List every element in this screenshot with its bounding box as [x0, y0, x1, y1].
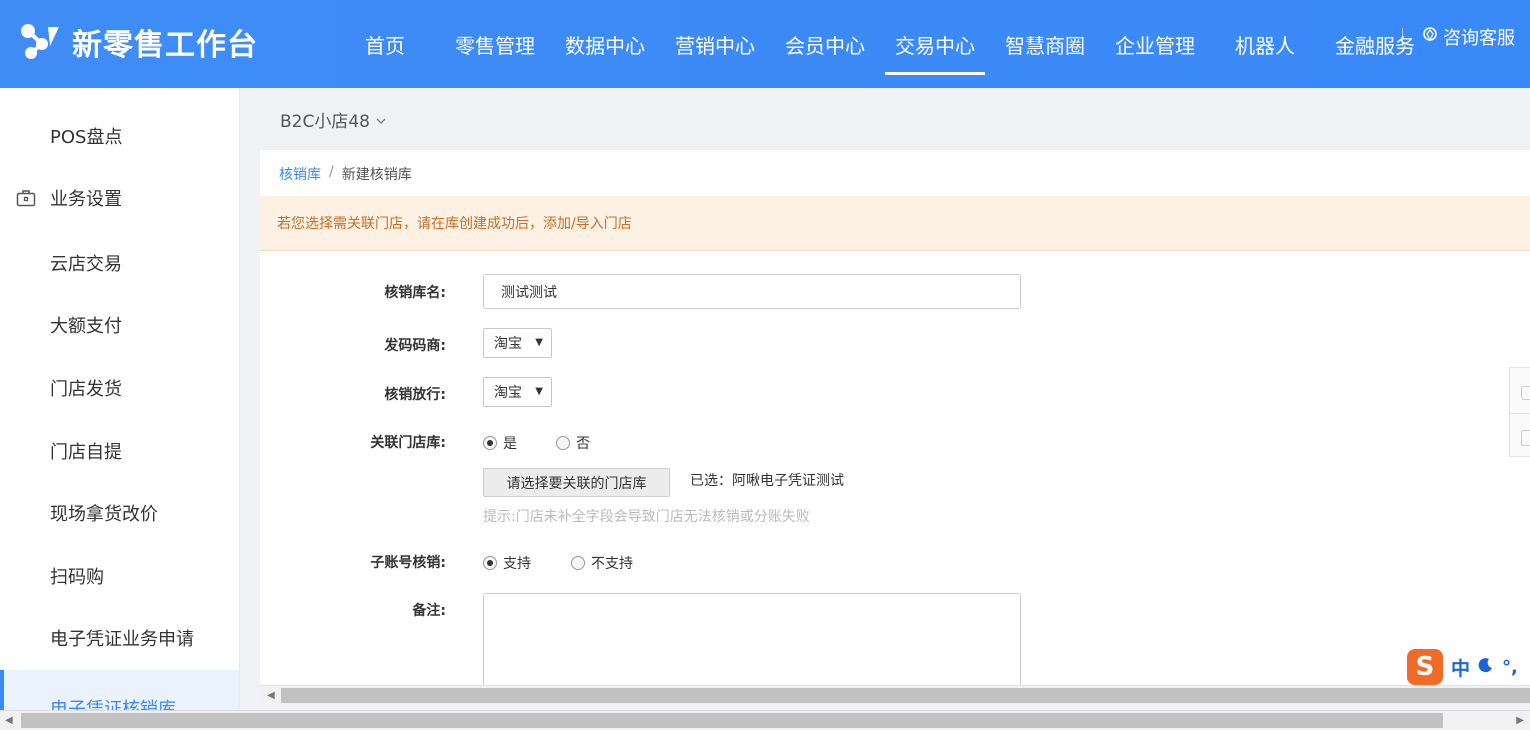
sidebar-item-label: 大额支付	[50, 316, 122, 337]
breadcrumb: 核销库 / 新建核销库	[279, 164, 412, 184]
nav-home[interactable]: 首页	[330, 0, 440, 88]
release-select[interactable]: 淘宝 ▼	[483, 377, 552, 407]
notice-text: 若您选择需关联门店，请在库创建成功后，添加/导入门店	[277, 216, 632, 232]
panel-horizontal-scrollbar[interactable]: ◀	[260, 685, 1530, 705]
headset-icon	[1421, 26, 1439, 49]
release-select-value: 淘宝	[494, 385, 522, 401]
nav-divider	[1402, 28, 1403, 46]
radio-label: 不支持	[591, 556, 633, 572]
sidebar-item-store-pickup[interactable]: 门店自提	[0, 425, 239, 477]
sidebar-item-store-delivery[interactable]: 门店发货	[0, 362, 239, 414]
ime-punctuation-toggle[interactable]: °,	[1502, 657, 1518, 678]
sidebar-item-voucher-library[interactable]: 电子凭证核销库	[0, 670, 239, 710]
chevron-down-icon	[376, 110, 386, 130]
release-label: 核销放行:	[384, 387, 446, 403]
sub-account-support-radio[interactable]: 支持	[483, 553, 531, 573]
sub-account-unsupport-radio[interactable]: 不支持	[571, 553, 633, 573]
radio-label: 否	[576, 436, 590, 452]
sidebar-item-label: 现场拿货改价	[50, 504, 158, 525]
nav-enterprise[interactable]: 企业管理	[1100, 0, 1210, 88]
breadcrumb-current: 新建核销库	[341, 167, 412, 183]
sub-account-label: 子账号核销:	[370, 555, 446, 571]
sidebar-item-cloud-store-trade[interactable]: 云店交易	[0, 237, 239, 289]
issuer-select[interactable]: 淘宝 ▼	[483, 328, 552, 358]
logo-text: 新零售工作台	[72, 28, 258, 63]
ime-mode-toggle[interactable]: 中	[1451, 654, 1470, 681]
sidebar: POS盘点 业务设置 云店交易 大额支付 门店发货 门店自提 现场拿货改价 扫码…	[0, 88, 240, 710]
feedback-icon[interactable]	[1521, 386, 1530, 400]
sidebar-item-label: POS盘点	[50, 127, 123, 148]
top-header: 新零售工作台 首页 零售管理 数据中心 营销中心 会员中心 交易中心 智慧商圈 …	[0, 0, 1530, 88]
ime-logo[interactable]: S	[1407, 649, 1443, 685]
link-store-no-radio[interactable]: 否	[556, 433, 590, 453]
sidebar-item-scan-buy[interactable]: 扫码购	[0, 550, 239, 602]
sidebar-item-onsite-price-change[interactable]: 现场拿货改价	[0, 487, 239, 539]
dropdown-triangle-icon: ▼	[535, 386, 543, 397]
moon-icon[interactable]	[1478, 657, 1494, 678]
floating-toolbar	[1509, 367, 1530, 457]
sidebar-item-label: 电子凭证业务申请	[50, 629, 194, 650]
store-hint-text: 提示:门店未补全字段会导致门店无法核销或分账失败	[483, 509, 810, 525]
nav-data[interactable]: 数据中心	[550, 0, 660, 88]
notice-banner: 若您选择需关联门店，请在库创建成功后，添加/导入门店	[260, 196, 1530, 251]
nav-retail[interactable]: 零售管理	[440, 0, 550, 88]
store-selector[interactable]: B2C小店48	[280, 107, 386, 132]
toolbar-divider	[1510, 413, 1530, 414]
sidebar-item-label: 电子凭证核销库	[50, 699, 176, 710]
page-horizontal-scrollbar[interactable]: ◀ ▶	[0, 710, 1530, 730]
choose-store-library-button[interactable]: 请选择要关联的门店库	[483, 468, 670, 497]
name-label: 核销库名:	[384, 285, 446, 301]
app-logo[interactable]: 新零售工作台	[18, 20, 258, 64]
main-nav: 首页 零售管理 数据中心 营销中心 会员中心 交易中心 智慧商圈 企业管理 机器…	[330, 0, 1430, 88]
store-selector-value: B2C小店48	[280, 112, 370, 132]
scroll-right-arrow-icon[interactable]: ▶	[1516, 715, 1524, 726]
scroll-left-arrow-icon[interactable]: ◀	[267, 690, 275, 701]
nav-member[interactable]: 会员中心	[770, 0, 880, 88]
sidebar-item-voucher-application[interactable]: 电子凭证业务申请	[0, 612, 239, 664]
radio-label: 是	[503, 436, 517, 452]
issuer-label: 发码码商:	[384, 338, 446, 354]
logo-mark-icon	[18, 20, 62, 64]
sidebar-item-label: 云店交易	[50, 254, 122, 275]
sidebar-item-label: 门店发货	[50, 379, 122, 400]
remark-textarea[interactable]	[483, 593, 1021, 685]
dropdown-triangle-icon: ▼	[535, 337, 543, 348]
radio-unchecked-icon	[556, 436, 570, 450]
briefcase-icon	[16, 189, 36, 212]
sidebar-item-label: 扫码购	[50, 567, 104, 588]
scrollbar-thumb[interactable]	[21, 713, 1443, 728]
scrollbar-thumb[interactable]	[281, 688, 1530, 703]
nav-business-district[interactable]: 智慧商圈	[990, 0, 1100, 88]
nav-finance[interactable]: 金融服务	[1320, 0, 1430, 88]
document-icon[interactable]	[1521, 430, 1530, 446]
scroll-left-arrow-icon[interactable]: ◀	[5, 715, 13, 726]
radio-checked-icon	[483, 436, 497, 450]
sidebar-item-pos-stocktake[interactable]: POS盘点	[0, 110, 239, 162]
library-name-input[interactable]	[483, 274, 1021, 309]
sidebar-item-business-settings[interactable]: 业务设置	[0, 172, 239, 224]
breadcrumb-separator: /	[329, 164, 334, 180]
nav-trade[interactable]: 交易中心	[880, 0, 990, 88]
main-panel: 核销库 / 新建核销库 若您选择需关联门店，请在库创建成功后，添加/导入门店 核…	[260, 150, 1530, 685]
consult-label: 咨询客服	[1443, 28, 1515, 49]
sidebar-item-label: 门店自提	[50, 442, 122, 463]
consult-service-link[interactable]: 咨询客服	[1421, 24, 1515, 50]
nav-robot[interactable]: 机器人	[1210, 0, 1320, 88]
breadcrumb-parent-link[interactable]: 核销库	[279, 164, 321, 184]
sidebar-item-large-payment[interactable]: 大额支付	[0, 299, 239, 351]
radio-label: 支持	[503, 556, 531, 572]
nav-marketing[interactable]: 营销中心	[660, 0, 770, 88]
remark-label: 备注:	[412, 603, 446, 619]
selected-store-library: 已选：阿啾电子凭证测试	[690, 473, 844, 489]
radio-unchecked-icon	[571, 556, 585, 570]
ime-toolbar: S 中 °,	[1407, 648, 1518, 686]
link-store-yes-radio[interactable]: 是	[483, 433, 517, 453]
sidebar-item-label: 业务设置	[50, 189, 122, 210]
issuer-select-value: 淘宝	[494, 336, 522, 352]
link-store-label: 关联门店库:	[370, 435, 446, 451]
radio-checked-icon	[483, 556, 497, 570]
